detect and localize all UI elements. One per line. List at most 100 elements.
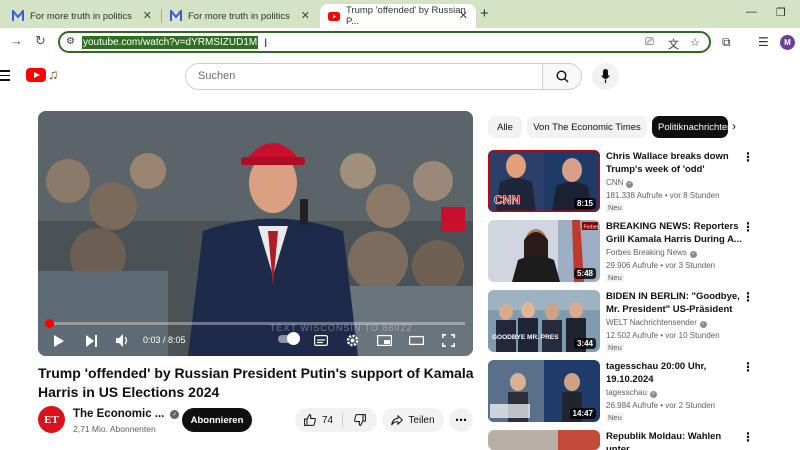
- youtube-favicon-icon: [328, 10, 340, 22]
- tab-title: For more truth in politics: [30, 10, 132, 22]
- channel-name[interactable]: The Economic ... ✓: [73, 408, 180, 420]
- more-options-icon[interactable]: ⋮: [742, 430, 754, 444]
- channel-avatar[interactable]: ET: [38, 406, 65, 433]
- more-actions-button[interactable]: ⋯: [449, 408, 473, 432]
- reload-icon[interactable]: ↻: [35, 33, 46, 49]
- fullscreen-icon[interactable]: [442, 334, 455, 347]
- url-text[interactable]: youtube.com/watch?v=dYRMSIZUD1M: [82, 36, 259, 49]
- recommendation-title[interactable]: BREAKING NEWS: Reporters Grill Kamala Ha…: [606, 220, 742, 246]
- video-thumbnail[interactable]: [488, 430, 600, 450]
- subscribe-button[interactable]: Abonnieren: [182, 408, 252, 432]
- new-tab-icon[interactable]: +: [480, 5, 489, 22]
- translate-icon[interactable]: 文: [668, 36, 679, 52]
- recommendation-channel[interactable]: WELT Nachrichtensender ✓: [606, 318, 707, 328]
- play-icon[interactable]: [54, 335, 64, 347]
- subtitles-icon[interactable]: [314, 335, 328, 346]
- search-button[interactable]: [542, 63, 582, 90]
- browser-tab-1[interactable]: For more truth in politics ✕: [4, 4, 160, 28]
- share-button[interactable]: Teilen: [382, 408, 444, 432]
- view-count: 26.984 Aufrufe: [606, 401, 659, 410]
- more-options-icon[interactable]: ⋮: [742, 290, 754, 304]
- chip-all[interactable]: Alle: [488, 116, 522, 138]
- theater-mode-icon[interactable]: [409, 335, 424, 346]
- chip-from-channel[interactable]: Von The Economic Times: [527, 116, 647, 138]
- recommendation-channel[interactable]: tagesschau ✓: [606, 388, 657, 398]
- text-cursor-icon: I: [264, 36, 268, 50]
- close-tab-icon[interactable]: ✕: [301, 9, 310, 22]
- video-player[interactable]: TEXT WISCONSIN TO 88022 0:03 / 8:05: [38, 111, 473, 356]
- subscriber-count: 2,71 Mio. Abonnenten: [73, 424, 156, 434]
- video-thumbnail[interactable]: Forbes 5:48: [488, 220, 600, 282]
- recommendation-item[interactable]: CNN 8:15 Chris Wallace breaks down Trump…: [488, 150, 800, 214]
- recommendation-channel-name[interactable]: Forbes Breaking News: [606, 248, 687, 257]
- address-bar[interactable]: ⚙ youtube.com/watch?v=dYRMSIZUD1M I ⎚ 文 …: [58, 31, 711, 53]
- recommendation-title[interactable]: tagesschau 20:00 Uhr, 19.10.2024: [606, 360, 742, 386]
- new-badge: Neu: [606, 273, 624, 282]
- recommendation-title[interactable]: Republik Moldau: Wahlen unter: [606, 430, 742, 450]
- recommendation-item[interactable]: Forbes 5:48 BREAKING NEWS: Reporters Gri…: [488, 220, 800, 284]
- voice-search-button[interactable]: [592, 63, 619, 90]
- like-count: 74: [321, 414, 334, 426]
- video-thumbnail[interactable]: GOODBYE MR. PRES 3:44: [488, 290, 600, 352]
- video-frame: [38, 111, 473, 356]
- more-options-icon[interactable]: ⋮: [742, 360, 754, 374]
- video-thumbnail[interactable]: 14:47: [488, 360, 600, 422]
- recommendation-channel[interactable]: Forbes Breaking News ✓: [606, 248, 697, 258]
- menu-icon[interactable]: [0, 70, 10, 84]
- profile-avatar[interactable]: M: [780, 35, 795, 50]
- dislike-button[interactable]: [343, 408, 377, 432]
- recommendation-title[interactable]: Chris Wallace breaks down Trump's week o…: [606, 150, 742, 177]
- autoplay-toggle[interactable]: [278, 332, 300, 345]
- browser-toolbar: → ↻ ⚙ youtube.com/watch?v=dYRMSIZUD1M I …: [0, 28, 800, 56]
- browser-tab-2[interactable]: For more truth in politics ✕: [162, 4, 318, 28]
- close-tab-icon[interactable]: ✕: [459, 9, 468, 22]
- volume-icon[interactable]: [116, 334, 130, 347]
- like-button[interactable]: 74: [295, 408, 342, 432]
- share-label: Teilen: [408, 414, 435, 426]
- minimize-window-icon[interactable]: —: [746, 6, 757, 18]
- forward-icon[interactable]: →: [10, 33, 23, 48]
- bookmark-star-icon[interactable]: ☆: [690, 36, 700, 49]
- recommendation-channel-name[interactable]: WELT Nachrichtensender: [606, 318, 697, 327]
- chevron-right-icon[interactable]: ›: [732, 119, 736, 133]
- recommendation-title[interactable]: BIDEN IN BERLIN: "Goodbye, Mr. President…: [606, 290, 742, 317]
- recommendation-item[interactable]: 14:47 tagesschau 20:00 Uhr, 19.10.2024 t…: [488, 360, 800, 424]
- recommendation-meta: 29.906 Aufrufe • vor 3 Stunden: [606, 261, 716, 270]
- recommendation-channel-name[interactable]: CNN: [606, 178, 623, 187]
- thumbnail-image: [488, 430, 600, 450]
- settings-gear-icon[interactable]: [346, 334, 359, 347]
- extensions-icon[interactable]: ⧉: [722, 35, 731, 50]
- scrubber-handle[interactable]: [44, 319, 54, 328]
- youtube-header: ♫ Suchen: [0, 56, 800, 100]
- upload-age: vor 2 Stunden: [665, 401, 716, 410]
- browser-tab-3-active[interactable]: Trump 'offended' by Russian P... ✕: [320, 4, 476, 28]
- cast-icon[interactable]: ⎚: [645, 36, 654, 49]
- more-options-icon[interactable]: ⋮: [742, 150, 754, 164]
- more-options-icon[interactable]: ⋮: [742, 220, 754, 234]
- duration-badge: 8:15: [573, 198, 596, 209]
- close-tab-icon[interactable]: ✕: [143, 9, 152, 22]
- miniplayer-icon[interactable]: [377, 335, 392, 346]
- youtube-logo-icon[interactable]: [26, 68, 46, 82]
- chip-politics[interactable]: Politiknachrichten: [652, 116, 728, 138]
- doodle-icon[interactable]: ♫: [48, 66, 59, 82]
- video-thumbnail[interactable]: CNN 8:15: [488, 150, 600, 212]
- search-input[interactable]: Suchen: [185, 63, 542, 90]
- reading-list-icon[interactable]: ☰: [758, 35, 769, 49]
- verified-icon: ✓: [626, 180, 634, 188]
- site-info-icon[interactable]: ⚙: [66, 36, 75, 47]
- next-video-icon[interactable]: [86, 335, 98, 347]
- restore-window-icon[interactable]: ❐: [776, 6, 786, 19]
- recommendation-channel[interactable]: CNN ✓: [606, 178, 634, 188]
- channel-name-text[interactable]: The Economic ...: [73, 408, 164, 420]
- recommendation-channel-name[interactable]: tagesschau: [606, 388, 647, 397]
- thumbnail-caption: GOODBYE MR. PRES: [492, 334, 559, 341]
- search-placeholder: Suchen: [198, 70, 236, 82]
- progress-bar[interactable]: [44, 319, 465, 328]
- recommendation-meta: 12.502 Aufrufe • vor 10 Stunden: [606, 331, 720, 340]
- duration-badge: 3:44: [573, 338, 596, 349]
- recommendation-item[interactable]: Republik Moldau: Wahlen unter ⋮: [488, 430, 800, 450]
- recommendation-item[interactable]: GOODBYE MR. PRES 3:44 BIDEN IN BERLIN: "…: [488, 290, 800, 354]
- tab-favicon-icon: [12, 10, 24, 22]
- tab-title: Trump 'offended' by Russian P...: [346, 5, 466, 27]
